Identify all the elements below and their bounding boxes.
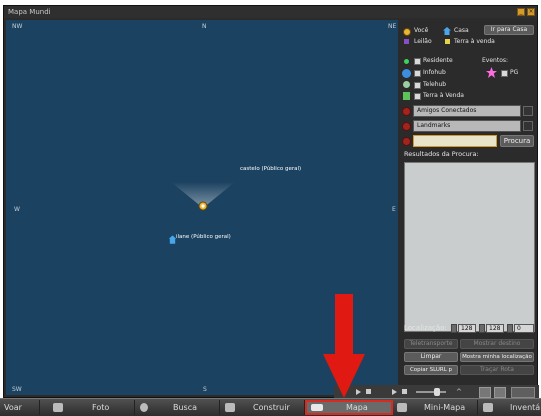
compass-e: E bbox=[392, 206, 396, 213]
stop-icon[interactable] bbox=[366, 389, 371, 394]
friends-icon bbox=[402, 107, 411, 116]
snapshot-label: Foto bbox=[92, 403, 110, 412]
terra-venda-checkbox[interactable] bbox=[414, 93, 421, 100]
compass-n: N bbox=[202, 23, 207, 30]
landmarks-combobox[interactable]: Landmarks bbox=[413, 120, 521, 132]
movement-controls-icon[interactable] bbox=[494, 387, 506, 398]
results-heading: Resultados da Procura: bbox=[404, 150, 479, 158]
legend-terra-venda: Terra à venda bbox=[454, 38, 495, 45]
filter-residente: Residente bbox=[423, 57, 453, 64]
search-icon bbox=[402, 137, 411, 146]
search-results-list[interactable] bbox=[404, 162, 535, 332]
inventory-button[interactable]: Inventário bbox=[478, 400, 541, 415]
eventos-label: Eventos: bbox=[482, 57, 509, 64]
location-label-ilane[interactable]: ilane (Público geral) bbox=[176, 234, 231, 240]
location-label: Localização: bbox=[404, 324, 447, 332]
chevron-up-icon[interactable]: ^ bbox=[456, 388, 462, 396]
legend-voce: Você bbox=[414, 27, 429, 34]
bottom-toolbar: Voar Foto Busca Construir Mapa Mini-Mapa… bbox=[0, 398, 541, 416]
event-star-icon bbox=[486, 67, 497, 78]
landmarks-icon bbox=[402, 122, 411, 131]
volume-slider[interactable] bbox=[416, 391, 446, 393]
search-toolbar-button[interactable]: Busca bbox=[135, 400, 220, 415]
you-legend-icon bbox=[403, 28, 411, 36]
search-input[interactable] bbox=[413, 135, 497, 147]
inventory-label: Inventário bbox=[510, 403, 541, 412]
build-button[interactable]: Construir bbox=[220, 400, 305, 415]
inventory-icon bbox=[483, 403, 493, 412]
camera-controls-icon[interactable] bbox=[479, 387, 491, 398]
build-label: Construir bbox=[253, 403, 290, 412]
show-my-location-button[interactable]: Mostra minha localização bbox=[460, 352, 534, 362]
trace-route-button[interactable]: Traçar Rota bbox=[460, 365, 534, 375]
minimize-button[interactable]: _ bbox=[517, 8, 525, 16]
pg-checkbox[interactable] bbox=[501, 70, 508, 77]
friends-combobox[interactable]: Amigos Conectados bbox=[413, 105, 521, 117]
info-icon bbox=[402, 69, 411, 78]
teleport-button[interactable]: Teletransporte bbox=[404, 339, 458, 349]
fly-button[interactable]: Voar bbox=[0, 400, 40, 415]
play-music-icon[interactable] bbox=[392, 389, 397, 395]
telehub-icon bbox=[403, 81, 410, 88]
land-sale-legend-icon bbox=[445, 39, 450, 44]
magnifier-icon bbox=[140, 403, 148, 412]
friends-dropdown-button[interactable] bbox=[523, 106, 533, 116]
fly-label: Voar bbox=[4, 403, 22, 412]
cube-icon bbox=[225, 403, 235, 412]
window-title: Mapa Mundi bbox=[8, 8, 51, 16]
window-titlebar[interactable]: Mapa Mundi _ × bbox=[4, 6, 537, 18]
filter-telehub: Telehub bbox=[423, 81, 447, 88]
stand-button[interactable] bbox=[511, 387, 535, 398]
compass-ne: NE bbox=[388, 23, 397, 30]
minimap-icon bbox=[397, 403, 407, 412]
compass-s: S bbox=[203, 386, 207, 393]
map-label: Mapa bbox=[346, 403, 368, 412]
copy-slurl-button[interactable]: Copiar SLURL p bbox=[404, 365, 458, 375]
stop-music-icon[interactable] bbox=[402, 389, 407, 394]
x-coordinate-field[interactable]: 128 bbox=[458, 324, 476, 333]
filter-infohub: Infohub bbox=[423, 69, 446, 76]
camera-icon bbox=[53, 403, 63, 412]
filter-terra-venda: Terra à Venda bbox=[423, 92, 464, 99]
compass-sw: SW bbox=[12, 386, 22, 393]
minimap-label: Mini-Mapa bbox=[424, 403, 466, 412]
landmarks-dropdown-button[interactable] bbox=[523, 121, 533, 131]
legend-casa: Casa bbox=[454, 27, 469, 34]
clear-button[interactable]: Limpar bbox=[404, 352, 458, 362]
volume-thumb[interactable] bbox=[434, 388, 440, 396]
location-label-castelo[interactable]: castelo (Público geral) bbox=[240, 166, 301, 172]
compass-nw: NW bbox=[12, 23, 23, 30]
close-button[interactable]: × bbox=[527, 8, 535, 16]
telehub-checkbox[interactable] bbox=[414, 82, 421, 89]
search-label: Busca bbox=[173, 403, 198, 412]
z-coordinate-field[interactable]: 0 bbox=[514, 324, 534, 333]
auction-legend-icon bbox=[404, 39, 409, 44]
y-coordinate-field[interactable]: 128 bbox=[486, 324, 504, 333]
map-sidebar: Você Casa Ir para Casa Leilão Terra à ve… bbox=[400, 20, 536, 395]
snapshot-button[interactable]: Foto bbox=[40, 400, 135, 415]
map-icon bbox=[311, 404, 323, 411]
search-button[interactable]: Procura bbox=[500, 135, 534, 147]
land-sale-icon bbox=[403, 92, 410, 100]
world-map-window: Mapa Mundi _ × NW N NE W E SW S castelo … bbox=[3, 5, 539, 399]
filter-pg: PG bbox=[510, 69, 519, 76]
red-arrow-annotation bbox=[323, 294, 365, 398]
go-home-button[interactable]: Ir para Casa bbox=[484, 25, 534, 35]
you-marker-icon[interactable] bbox=[198, 201, 208, 211]
infohub-checkbox[interactable] bbox=[414, 70, 421, 77]
x-spinner[interactable] bbox=[451, 324, 457, 333]
y-spinner[interactable] bbox=[479, 324, 485, 333]
resident-dot-icon bbox=[404, 59, 409, 64]
legend-leilao: Leilão bbox=[414, 38, 432, 45]
residente-checkbox[interactable] bbox=[414, 58, 421, 65]
compass-w: W bbox=[14, 206, 20, 213]
map-button[interactable]: Mapa bbox=[305, 400, 393, 415]
minimap-button[interactable]: Mini-Mapa bbox=[393, 400, 478, 415]
z-spinner[interactable] bbox=[507, 324, 513, 333]
home-legend-icon bbox=[443, 27, 451, 35]
show-destination-button[interactable]: Mostrar destino bbox=[460, 339, 534, 349]
